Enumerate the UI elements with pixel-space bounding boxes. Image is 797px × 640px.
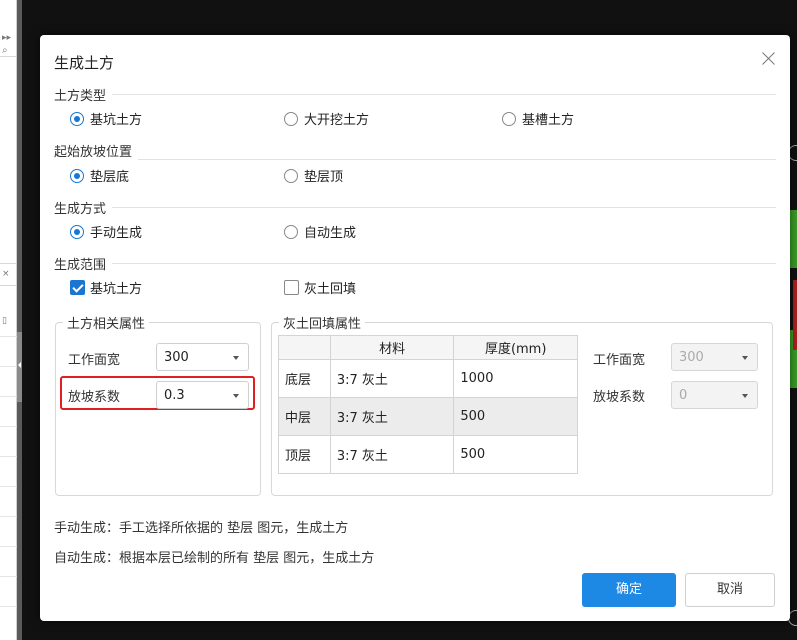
divider [54, 207, 776, 208]
cancel-button[interactable]: 取消 [685, 573, 775, 607]
left-panel: ▸▸ ⌕ × ▯ [0, 0, 17, 640]
divider [54, 159, 776, 160]
table-row[interactable]: 顶层 3:7 灰土 500 [278, 435, 578, 474]
checkbox-lime-backfill[interactable]: 灰土回填 [284, 278, 356, 297]
earthwork-props-title: 土方相关属性 [63, 313, 150, 332]
radio-cushion-top[interactable]: 垫层顶 [284, 166, 343, 185]
radio-icon [70, 168, 84, 183]
thickness-cell[interactable]: 1000 [453, 359, 578, 398]
radio-icon [284, 111, 298, 126]
generation-method-label: 生成方式 [54, 198, 113, 217]
close-icon[interactable]: × [2, 269, 10, 279]
backfill-table: 材料 厚度(mm) 底层 3:7 灰土 1000 中层 3:7 灰土 500 顶… [278, 335, 578, 474]
checkbox-icon [70, 280, 85, 295]
work-width-label: 工作面宽 [68, 353, 121, 368]
material-cell[interactable]: 3:7 灰土 [329, 435, 455, 474]
column-header [278, 335, 331, 360]
left-panel-header: × [0, 264, 17, 286]
checkbox-pit-earthwork[interactable]: 基坑土方 [70, 278, 142, 297]
column-header: 厚度(mm) [453, 335, 578, 360]
column-header: 材料 [329, 335, 455, 360]
chevron-down-icon [233, 394, 239, 398]
radio-auto-generate[interactable]: 自动生成 [284, 222, 356, 241]
auto-generate-note: 自动生成：根据本层已绘制的所有 垫层 图元，生成土方 [54, 551, 375, 566]
left-panel-properties: ▯ [0, 286, 17, 640]
backfill-work-width-label: 工作面宽 [593, 353, 646, 368]
checkbox-icon [284, 280, 299, 295]
generation-scope-label: 生成范围 [54, 254, 113, 273]
chevron-down-icon [742, 394, 748, 398]
radio-pit-earthwork[interactable]: 基坑土方 [70, 109, 142, 128]
radio-cushion-bottom[interactable]: 垫层底 [70, 166, 129, 185]
divider [54, 263, 776, 264]
radio-trench-earthwork[interactable]: 基槽土方 [502, 109, 574, 128]
panel-icon: ▯ [2, 316, 7, 326]
canvas-element [789, 210, 797, 268]
table-header-row: 材料 厚度(mm) [278, 335, 578, 360]
dialog-title: 生成土方 [54, 54, 115, 72]
ok-button[interactable]: 确定 [582, 573, 676, 607]
thickness-cell[interactable]: 500 [453, 397, 578, 436]
manual-generate-note: 手动生成：手工选择所依据的 垫层 图元，生成土方 [54, 521, 349, 536]
layer-cell: 中层 [278, 397, 331, 436]
chevron-down-icon [742, 356, 748, 360]
slope-coef-select[interactable]: 0.3 [156, 381, 249, 409]
left-panel-tree [0, 57, 17, 264]
table-row[interactable]: 底层 3:7 灰土 1000 [278, 359, 578, 398]
table-row[interactable]: 中层 3:7 灰土 500 [278, 397, 578, 436]
material-cell[interactable]: 3:7 灰土 [329, 359, 455, 398]
material-cell[interactable]: 3:7 灰土 [329, 397, 455, 436]
backfill-props-title: 灰土回填属性 [279, 313, 366, 332]
thickness-cell[interactable]: 500 [453, 435, 578, 474]
radio-icon [284, 224, 298, 239]
divider [54, 94, 776, 95]
radio-icon [70, 111, 84, 126]
layer-cell: 顶层 [278, 435, 331, 474]
chevron-down-icon [233, 356, 239, 360]
close-icon[interactable] [759, 49, 779, 69]
radio-open-excavation[interactable]: 大开挖土方 [284, 109, 369, 128]
generate-earthwork-dialog: 生成土方 土方类型 基坑土方 大开挖土方 基槽土方 起始放坡位置 垫层底 垫层顶… [40, 35, 790, 621]
backfill-slope-coef-label: 放坡系数 [593, 390, 646, 405]
work-width-select[interactable]: 300 [156, 343, 249, 371]
left-panel-toolbar: ▸▸ ⌕ [0, 0, 17, 57]
slope-start-label: 起始放坡位置 [54, 141, 139, 160]
earthwork-type-label: 土方类型 [54, 85, 113, 104]
radio-icon [502, 111, 516, 126]
layer-cell: 底层 [278, 359, 331, 398]
radio-manual-generate[interactable]: 手动生成 [70, 222, 142, 241]
canvas-element [793, 280, 797, 350]
backfill-work-width-select: 300 [671, 343, 758, 371]
backfill-slope-coef-select: 0 [671, 381, 758, 409]
radio-icon [70, 224, 84, 239]
expand-icon[interactable]: ▸▸ [2, 33, 11, 43]
slope-coef-label: 放坡系数 [68, 390, 121, 405]
search-icon[interactable]: ⌕ [2, 45, 8, 56]
radio-icon [284, 168, 298, 183]
